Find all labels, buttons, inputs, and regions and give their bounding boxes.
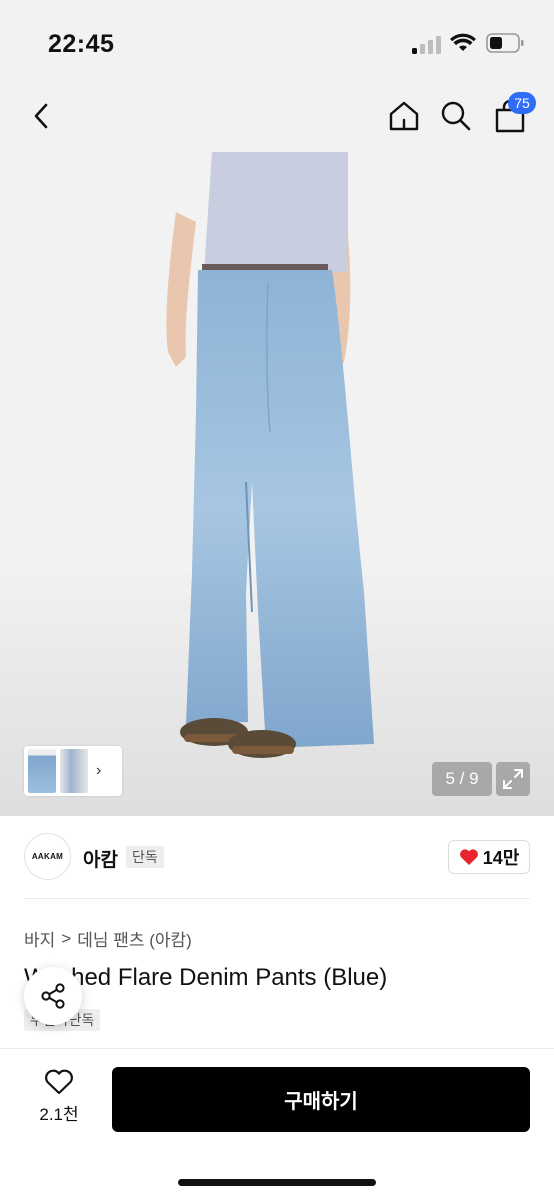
brand-exclusive-badge: 단독 — [126, 846, 164, 868]
battery-icon — [486, 33, 524, 53]
buy-button[interactable]: 구매하기 — [112, 1067, 530, 1132]
wifi-icon — [450, 33, 476, 51]
thumbnail-strip[interactable]: › — [24, 746, 122, 796]
back-button[interactable] — [20, 94, 64, 138]
product-image[interactable] — [0, 152, 554, 816]
status-bar: 22:45 — [0, 0, 554, 88]
product-photo-jeans — [0, 152, 554, 816]
brand-name[interactable]: 아캄 — [83, 845, 118, 872]
wishlist-count: 2.1천 — [39, 1105, 79, 1124]
breadcrumb-category[interactable]: 바지 — [24, 926, 55, 951]
breadcrumb-separator: > — [61, 928, 72, 948]
home-icon — [389, 101, 419, 131]
chevron-right-icon: › — [96, 762, 102, 779]
home-indicator — [178, 1179, 376, 1186]
top-nav-bar — [0, 88, 554, 152]
brand-like-button[interactable]: 14만 — [448, 840, 530, 874]
breadcrumb-subcategory[interactable]: 데님 팬츠 (아캄) — [77, 926, 192, 951]
chevron-left-icon — [34, 103, 48, 129]
divider — [24, 898, 530, 899]
expand-icon — [503, 769, 523, 789]
brand-logo[interactable]: AAKAM — [24, 833, 71, 880]
image-page-counter: 5 / 9 — [432, 762, 492, 796]
cellular-signal-icon — [412, 34, 442, 54]
home-button[interactable] — [382, 94, 426, 138]
thumbnail-image[interactable] — [60, 749, 88, 793]
search-button[interactable] — [434, 94, 478, 138]
wishlist-button[interactable]: 2.1천 — [30, 1068, 88, 1130]
heart-filled-icon — [459, 849, 478, 865]
share-button[interactable] — [24, 967, 82, 1025]
heart-outline-icon — [45, 1069, 73, 1095]
share-icon — [41, 983, 65, 1009]
cart-count-badge: 75 — [508, 92, 536, 114]
status-time: 22:45 — [48, 30, 115, 58]
brand-like-count: 14만 — [482, 848, 520, 868]
expand-button[interactable] — [496, 762, 530, 796]
breadcrumb: 바지 > 데님 팬츠 (아캄) — [24, 926, 192, 951]
search-icon — [441, 101, 471, 131]
thumbnail-image[interactable] — [28, 749, 56, 793]
brand-logo-text: AAKAM — [31, 852, 64, 861]
